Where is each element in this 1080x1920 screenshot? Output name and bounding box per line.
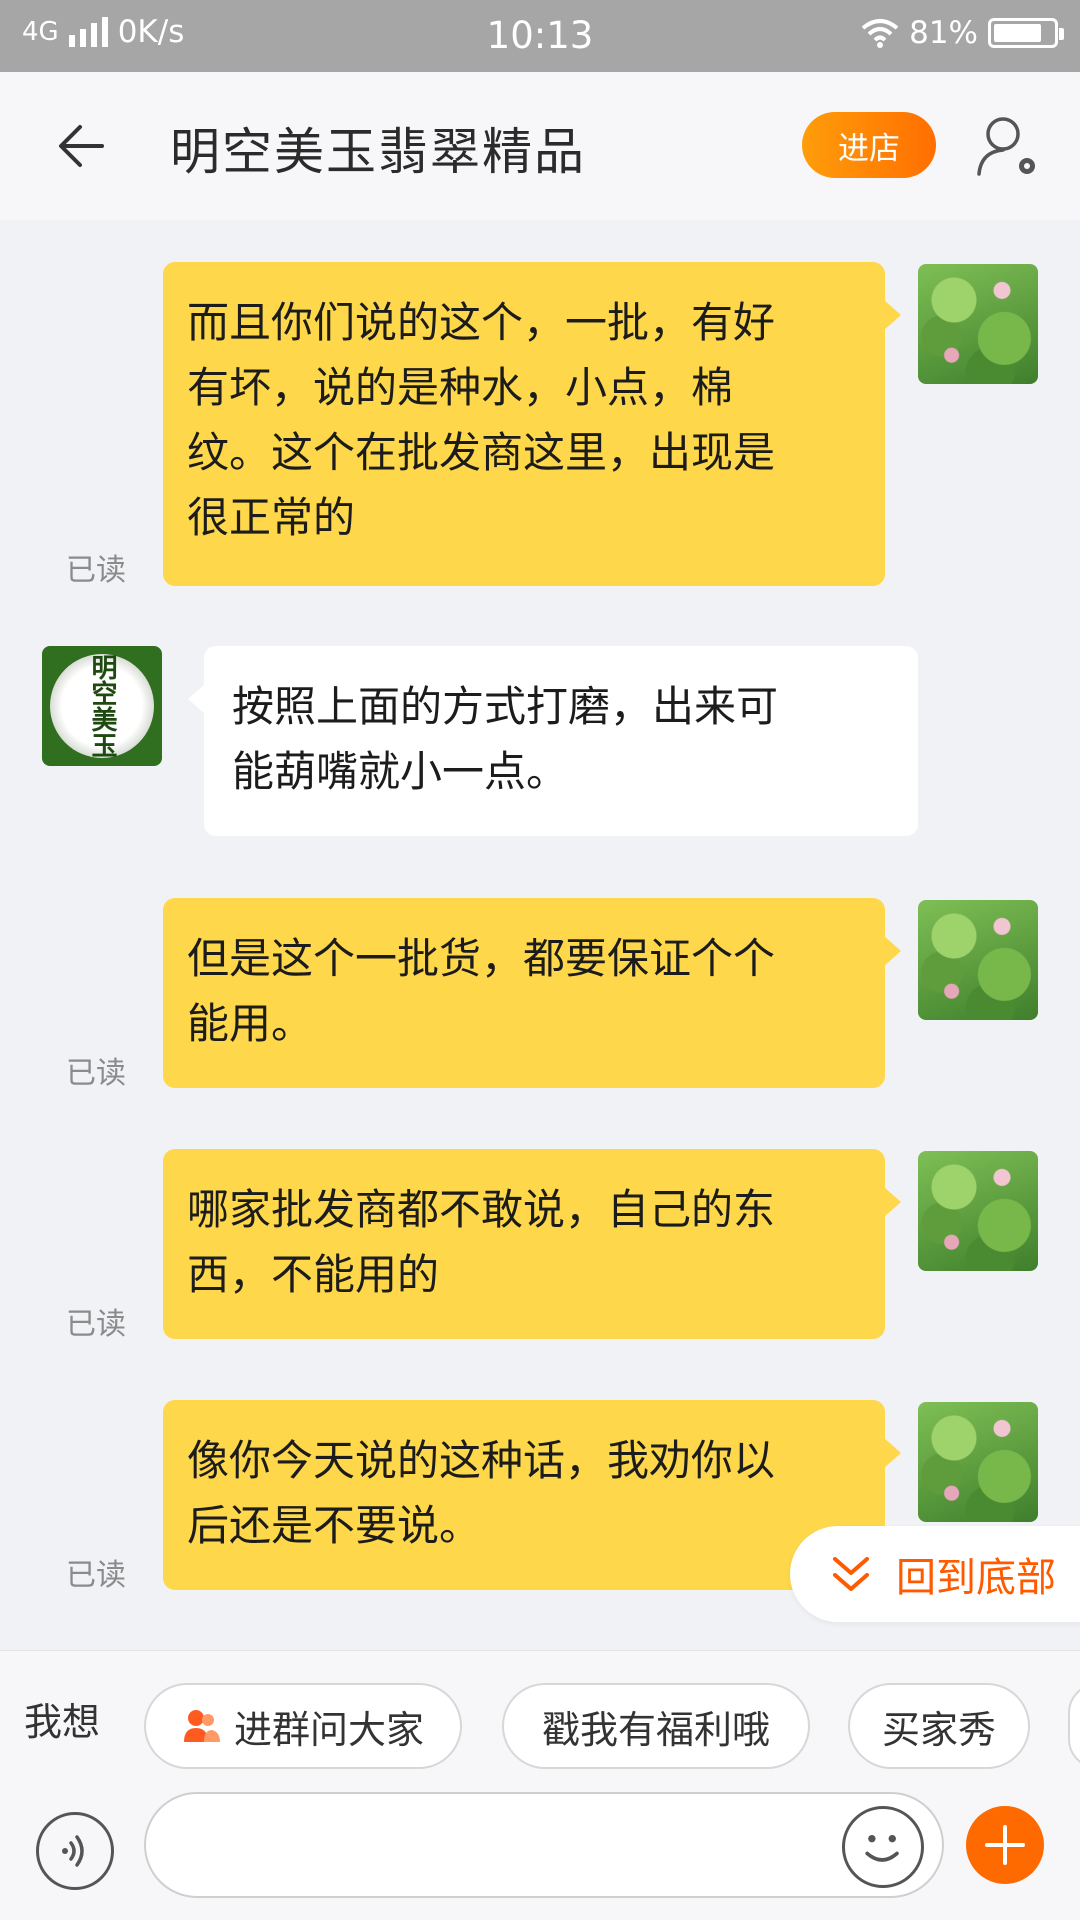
message-input[interactable]	[144, 1792, 944, 1898]
status-right: 81%	[861, 15, 1064, 51]
message-bubble[interactable]: 但是这个一批货，都要保证个个 能用。	[163, 898, 901, 1088]
chat-header: 明空美玉翡翠精品 进店	[0, 72, 1080, 220]
my-avatar[interactable]	[918, 1151, 1038, 1271]
my-avatar[interactable]	[918, 264, 1038, 384]
battery-percent: 81%	[909, 15, 978, 51]
message-bubble[interactable]: 而且你们说的这个，一批，有好 有坏，说的是种水，小点，棉 纹。这个在批发商这里，…	[163, 262, 901, 586]
voice-icon	[62, 1835, 84, 1867]
shop-avatar[interactable]: 明空美玉	[42, 646, 162, 766]
status-bar: 4G 0K/s 10:13 81%	[0, 0, 1080, 72]
message-line: 按照上面的方式打磨，出来可	[232, 682, 779, 731]
message-line: 很正常的	[187, 493, 356, 542]
my-avatar[interactable]	[918, 1402, 1038, 1522]
shop-logo-text: 明空美玉	[87, 654, 117, 758]
message-line: 像你今天说的这种话，我劝你以	[187, 1436, 776, 1485]
battery-fill	[994, 24, 1041, 42]
group-people-icon	[183, 1710, 220, 1742]
message-bubble[interactable]: 像你今天说的这种话，我劝你以 后还是不要说。	[163, 1400, 901, 1590]
message-line: 能用。	[187, 999, 314, 1048]
chip-label: 进群问大家	[233, 1707, 424, 1752]
message-4: 哪家批发商都不敢说，自己的东 西，不能用的 已读	[0, 1149, 1080, 1342]
message-line: 但是这个一批货，都要保证个个	[187, 934, 776, 983]
voice-input-button[interactable]	[36, 1812, 114, 1890]
emoji-icon[interactable]	[842, 1806, 924, 1888]
quick-reply-benefits[interactable]: 戳我有福利哦	[502, 1683, 810, 1769]
read-receipt: 已读	[66, 553, 126, 588]
wifi-icon	[861, 19, 899, 48]
shop-title: 明空美玉翡翠精品	[170, 123, 586, 181]
chip-label: 戳我有福利哦	[541, 1707, 770, 1752]
message-bubble[interactable]: 按照上面的方式打磨，出来可 能葫嘴就小一点。	[188, 646, 918, 836]
quick-reply-label: 我想	[24, 1700, 101, 1744]
message-line: 后还是不要说。	[187, 1501, 482, 1550]
message-line: 纹。这个在批发商这里，出现是	[187, 428, 776, 477]
message-line: 能葫嘴就小一点。	[232, 747, 569, 796]
double-chevron-down-icon	[833, 1557, 869, 1591]
message-3: 但是这个一批货，都要保证个个 能用。 已读	[0, 898, 1080, 1091]
message-line: 西，不能用的	[187, 1250, 440, 1299]
back-to-bottom-button[interactable]: 回到底部	[790, 1526, 1080, 1622]
back-to-bottom-label: 回到底部	[896, 1555, 1056, 1601]
read-receipt: 已读	[66, 1056, 126, 1091]
enter-shop-button[interactable]: 进店	[802, 112, 936, 178]
message-2: 明空美玉 按照上面的方式打磨，出来可 能葫嘴就小一点。	[0, 646, 1080, 838]
read-receipt: 已读	[66, 1558, 126, 1593]
shop-logo: 明空美玉	[50, 654, 154, 758]
read-receipt: 已读	[66, 1307, 126, 1342]
plus-icon	[985, 1825, 1025, 1865]
more-actions-button[interactable]	[966, 1806, 1044, 1884]
input-bar	[0, 1792, 1080, 1920]
back-arrow-icon[interactable]	[52, 116, 112, 176]
quick-reply-more[interactable]	[1068, 1683, 1080, 1769]
chip-label: 买家秀	[881, 1707, 996, 1752]
quick-reply-join-group[interactable]: 进群问大家	[144, 1683, 462, 1769]
message-bubble[interactable]: 哪家批发商都不敢说，自己的东 西，不能用的	[163, 1149, 901, 1339]
profile-settings-icon[interactable]	[975, 112, 1043, 180]
message-line: 有坏，说的是种水，小点，棉	[187, 363, 734, 412]
message-1: 而且你们说的这个，一批，有好 有坏，说的是种水，小点，棉 纹。这个在批发商这里，…	[0, 262, 1080, 588]
battery-icon	[988, 18, 1064, 48]
my-avatar[interactable]	[918, 900, 1038, 1020]
message-line: 而且你们说的这个，一批，有好	[187, 298, 776, 347]
quick-reply-buyer-show[interactable]: 买家秀	[848, 1683, 1030, 1769]
message-line: 哪家批发商都不敢说，自己的东	[187, 1185, 776, 1234]
quick-reply-bar: 我想 进群问大家 戳我有福利哦 买家秀	[0, 1650, 1080, 1792]
